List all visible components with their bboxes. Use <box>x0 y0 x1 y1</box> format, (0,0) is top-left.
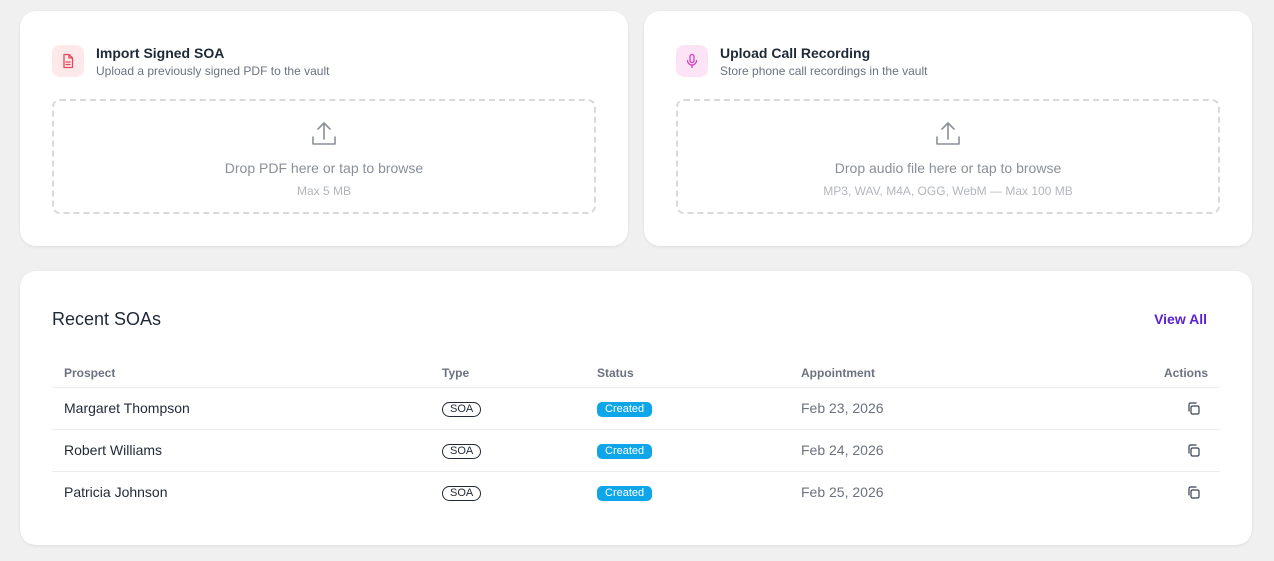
call-recording-card: Upload Call Recording Store phone call r… <box>644 11 1252 246</box>
import-soa-header: Import Signed SOA Upload a previously si… <box>52 45 329 80</box>
table-header-row: Prospect Type Status Appointment Actions <box>52 359 1220 388</box>
pdf-file-icon <box>52 45 84 77</box>
microphone-icon <box>676 45 708 77</box>
prospect-name: Margaret Thompson <box>52 387 430 430</box>
call-recording-subtitle: Store phone call recordings in the vault <box>720 64 928 78</box>
column-header-status: Status <box>585 359 789 388</box>
type-badge: SOA <box>442 402 482 417</box>
prospect-name: Patricia Johnson <box>64 484 168 501</box>
appointment-date: Feb 24, 2026 <box>789 429 1060 472</box>
recent-soas-card: Recent SOAs View All Prospect Type Statu… <box>20 271 1252 545</box>
upload-icon <box>933 119 963 149</box>
appointment-date: Feb 25, 2026 <box>801 484 884 501</box>
upload-icon <box>309 119 339 149</box>
column-header-appointment: Appointment <box>789 359 1060 388</box>
recent-soas-table: Prospect Type Status Appointment Actions… <box>52 359 1220 513</box>
audio-dropzone-text: Drop audio file here or tap to browse <box>834 160 1062 176</box>
pdf-dropzone-hint: Max 5 MB <box>296 184 351 198</box>
status-badge: Created <box>597 402 653 417</box>
copy-icon[interactable] <box>1186 401 1202 417</box>
import-soa-subtitle: Upload a previously signed PDF to the va… <box>96 64 330 78</box>
import-soa-title: Import Signed SOA <box>96 45 225 61</box>
table-row[interactable]: Robert Williams SOA Created Feb 24, 2026 <box>52 429 1220 472</box>
call-recording-title: Upload Call Recording <box>720 45 871 61</box>
column-header-prospect: Prospect <box>52 359 430 388</box>
call-recording-header: Upload Call Recording Store phone call r… <box>676 45 927 80</box>
status-badge: Created <box>597 486 653 502</box>
copy-icon[interactable] <box>1186 485 1202 501</box>
audio-dropzone[interactable]: Drop audio file here or tap to browse MP… <box>676 99 1220 214</box>
audio-dropzone-hint: MP3, WAV, M4A, OGG, WebM — Max 100 MB <box>823 184 1073 198</box>
appointment-date: Feb 23, 2026 <box>789 387 1060 430</box>
table-row[interactable]: Patricia Johnson SOA Created Feb 25, 202… <box>52 471 1220 513</box>
pdf-dropzone[interactable]: Drop PDF here or tap to browse Max 5 MB <box>52 99 596 214</box>
prospect-name: Robert Williams <box>52 429 430 472</box>
pdf-dropzone-text: Drop PDF here or tap to browse <box>224 160 424 176</box>
column-header-actions: Actions <box>1060 359 1220 388</box>
table-row[interactable]: Margaret Thompson SOA Created Feb 23, 20… <box>52 387 1220 430</box>
type-badge: SOA <box>442 486 482 502</box>
status-badge: Created <box>597 444 653 459</box>
view-all-link[interactable]: View All <box>1154 311 1207 327</box>
copy-icon[interactable] <box>1186 443 1202 459</box>
recent-soas-title: Recent SOAs <box>52 309 162 329</box>
type-badge: SOA <box>442 444 482 459</box>
column-header-type: Type <box>430 359 585 388</box>
import-soa-card: Import Signed SOA Upload a previously si… <box>20 11 628 246</box>
